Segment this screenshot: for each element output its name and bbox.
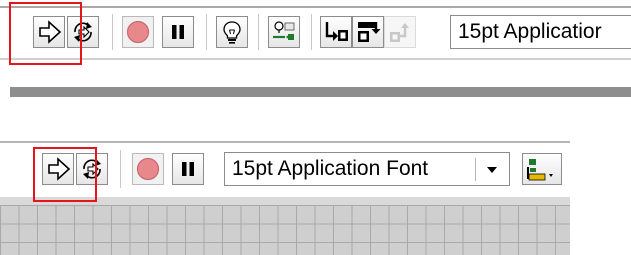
font-dropdown-button[interactable] [475, 158, 509, 181]
pause-button[interactable] [172, 153, 204, 185]
step-over-button[interactable] [352, 16, 384, 48]
step-out-icon [390, 23, 409, 42]
align-objects-button[interactable] [522, 153, 562, 185]
highlight-box-top [9, 2, 82, 65]
pause-icon [172, 25, 184, 39]
abort-button[interactable] [132, 153, 164, 185]
step-into-button[interactable] [320, 16, 352, 48]
align-objects-icon [527, 159, 553, 181]
toolbar-top-border [0, 141, 570, 143]
retain-wire-values-icon [273, 21, 295, 40]
font-selector[interactable]: 15pt Application Font [224, 152, 510, 186]
toolbar-top-border [0, 6, 631, 8]
abort-icon [136, 157, 160, 181]
highlight-execution-icon [223, 21, 241, 44]
font-selector-value: 15pt Applicatior [458, 20, 602, 43]
toolbar-separator [311, 14, 312, 50]
toolbar-bottom-border [0, 58, 631, 60]
block-diagram-toolbar: 15pt Applicatior [0, 0, 631, 62]
toolbar-separator [112, 14, 113, 50]
pause-icon [182, 162, 194, 176]
front-panel-grid[interactable] [0, 205, 570, 255]
step-over-icon [358, 22, 381, 42]
abort-icon [126, 20, 150, 44]
toolbar-separator [258, 14, 259, 50]
abort-button[interactable] [122, 16, 154, 48]
highlight-execution-button[interactable] [216, 16, 248, 48]
dropdown-arrow-icon [487, 167, 497, 173]
step-out-button[interactable] [384, 16, 416, 48]
toolbar-separator [120, 150, 121, 188]
retain-wire-values-button[interactable] [268, 16, 300, 48]
font-selector[interactable]: 15pt Applicatior [450, 15, 631, 49]
divider-bar [10, 87, 631, 97]
highlight-box-bottom [33, 147, 97, 202]
step-into-icon [325, 22, 348, 41]
toolbar-separator [206, 14, 207, 50]
font-selector-value: 15pt Application Font [232, 157, 429, 180]
pause-button[interactable] [162, 16, 194, 48]
